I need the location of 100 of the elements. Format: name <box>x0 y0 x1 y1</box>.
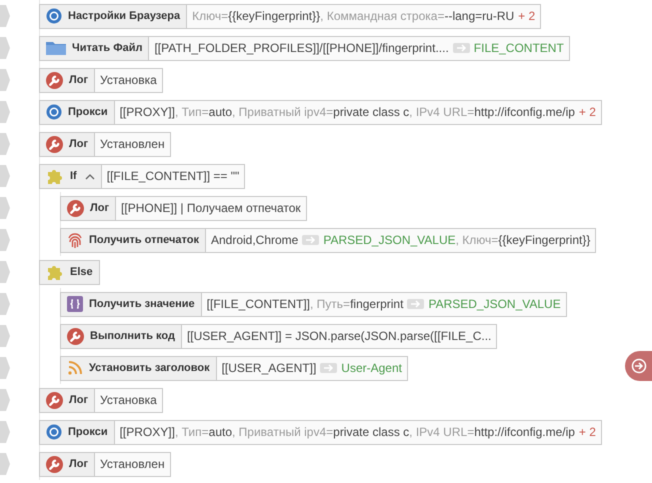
param-value: [[FILE_CONTENT]] <box>206 297 310 311</box>
row-handle[interactable] <box>0 325 10 347</box>
block-title: Лог <box>90 202 110 214</box>
fingerprint-icon <box>67 232 83 248</box>
wrench-icon <box>46 456 63 472</box>
param-label: , Приватный ipv4= <box>232 425 334 439</box>
action-block[interactable]: Получить отпечаток Android,Chrome PARSED_JSON_VALUE, Ключ={{keyFingerprint}} <box>60 228 596 252</box>
param-value: http://ifconfig.me/ip <box>474 425 575 439</box>
row-handle[interactable] <box>0 5 10 27</box>
action-block[interactable]: Лог Установлен <box>39 132 171 156</box>
caret-icon[interactable] <box>84 172 95 180</box>
wrench-icon <box>67 200 84 216</box>
action-block[interactable]: Лог Установка <box>39 68 163 92</box>
row-handle[interactable] <box>0 389 10 411</box>
output-variable: FILE_CONTENT <box>474 41 564 55</box>
param-value: [[FILE_CONTENT]] == "" <box>106 169 240 183</box>
param-value: fingerprint <box>350 297 404 311</box>
block-title: Лог <box>69 74 88 86</box>
more-count[interactable]: + 2 <box>578 105 596 119</box>
action-block[interactable]: Выполнить код [[USER_AGENT]] = JSON.parse(JSON.parse([[FILE_C... <box>60 324 498 348</box>
param-label: Ключ= <box>192 9 228 23</box>
action-block[interactable]: Читать Файл [[PATH_FOLDER_PROFILES]]/[[PHONE]]/fingerprint.... FILE_CONTENT <box>39 36 570 60</box>
param-label: , Ключ= <box>456 233 498 247</box>
rss-icon <box>67 360 83 376</box>
param-value: [[PHONE]] | Получаем отпечаток <box>121 201 301 215</box>
more-count[interactable]: + 2 <box>578 425 596 439</box>
output-variable: User-Agent <box>341 361 402 375</box>
block-title: Установить заголовок <box>89 362 210 374</box>
param-value: [[USER_AGENT]] <box>222 361 316 375</box>
action-block[interactable]: Лог Установлен <box>39 452 171 476</box>
row-handle[interactable] <box>0 37 10 59</box>
block-title: Настройки Браузера <box>68 10 180 22</box>
block-title: Лог <box>69 138 88 150</box>
action-block[interactable]: Получить значение [[FILE_CONTENT]], Путь=fingerprint PARSED_JSON_VALUE <box>60 292 567 316</box>
row-handle[interactable] <box>0 261 10 283</box>
param-label: , Коммандная строка= <box>320 9 444 23</box>
wrench-icon <box>46 72 63 88</box>
block-title: If <box>70 170 77 182</box>
param-value: [[PATH_FOLDER_PROFILES]]/[[PHONE]]/fingerprint.... <box>154 41 449 55</box>
param-value: Установка <box>100 73 157 87</box>
block-title: Лог <box>69 458 88 470</box>
param-value: [[PROXY]] <box>120 425 175 439</box>
param-label: , Приватный ipv4= <box>232 105 334 119</box>
param-label: , Путь= <box>310 297 350 311</box>
block-title: Получить отпечаток <box>89 234 199 246</box>
param-value: http://ifconfig.me/ip <box>474 105 575 119</box>
more-count[interactable]: + 2 <box>518 9 536 23</box>
row-handle[interactable] <box>0 101 10 123</box>
param-value: auto <box>208 105 232 119</box>
row-handle[interactable] <box>0 133 10 155</box>
globe-icon <box>46 8 62 24</box>
param-value: Android,Chrome <box>210 233 298 247</box>
action-block[interactable]: Лог Установка <box>39 388 163 412</box>
exit-button[interactable] <box>625 351 652 381</box>
exit-icon <box>630 358 646 374</box>
row-handle[interactable] <box>0 229 10 251</box>
block-title: Читать Файл <box>72 42 142 54</box>
param-value: Установлен <box>100 137 165 151</box>
wrench-icon <box>46 136 63 152</box>
puzzle-icon <box>46 263 64 281</box>
action-block[interactable]: If [[FILE_CONTENT]] == "" <box>39 164 246 188</box>
param-value: --lang=ru-RU <box>444 9 514 23</box>
param-value: [[USER_AGENT]] = JSON.parse(JSON.parse([[FILE_C... <box>186 329 492 343</box>
row-handle[interactable] <box>0 357 10 379</box>
block-title: Прокси <box>68 426 108 438</box>
row-handle[interactable] <box>0 69 10 91</box>
param-value: Установка <box>100 393 157 407</box>
param-value: private class c <box>333 105 410 119</box>
row-handle[interactable] <box>0 421 10 443</box>
folder-icon <box>46 41 66 55</box>
param-value: private class c <box>333 425 410 439</box>
action-block[interactable]: Прокси [[PROXY]], Тип=auto, Приватный ipv4=private class c, IPv4 URL=http://ifconfig.me/ip + 2 <box>39 420 602 444</box>
row-handle[interactable] <box>0 165 10 187</box>
output-variable: PARSED_JSON_VALUE <box>428 297 561 311</box>
row-handle[interactable] <box>0 293 10 315</box>
action-block[interactable]: Установить заголовок [[USER_AGENT]] User-Agent <box>60 356 408 380</box>
block-title: Выполнить код <box>90 330 175 342</box>
globe-icon <box>46 424 62 440</box>
action-block[interactable]: Else <box>39 260 100 284</box>
action-block[interactable]: Лог [[PHONE]] | Получаем отпечаток <box>60 196 307 220</box>
globe-icon <box>46 104 62 120</box>
block-title: Лог <box>69 394 88 406</box>
wrench-icon <box>67 328 84 344</box>
puzzle-icon <box>46 167 64 185</box>
output-variable: PARSED_JSON_VALUE <box>323 233 456 247</box>
param-value: [[PROXY]] <box>120 105 175 119</box>
param-value: {{keyFingerprint}} <box>498 233 590 247</box>
param-label: , IPv4 URL= <box>409 425 474 439</box>
block-title: Получить значение <box>89 298 195 310</box>
param-label: , Тип= <box>174 105 209 119</box>
block-title: Else <box>70 266 93 278</box>
action-block[interactable]: Прокси [[PROXY]], Тип=auto, Приватный ipv4=private class c, IPv4 URL=http://ifconfig.me/ip + 2 <box>39 100 602 124</box>
braces-icon <box>67 296 83 312</box>
param-value: Установлен <box>100 457 165 471</box>
param-value: auto <box>208 425 232 439</box>
block-title: Прокси <box>68 106 108 118</box>
row-handle[interactable] <box>0 197 10 219</box>
row-handle[interactable] <box>0 453 10 475</box>
param-label: , IPv4 URL= <box>409 105 474 119</box>
action-block[interactable]: Настройки Браузера Ключ={{keyFingerprint}}, Коммандная строка=--lang=ru-RU + 2 <box>39 4 542 28</box>
